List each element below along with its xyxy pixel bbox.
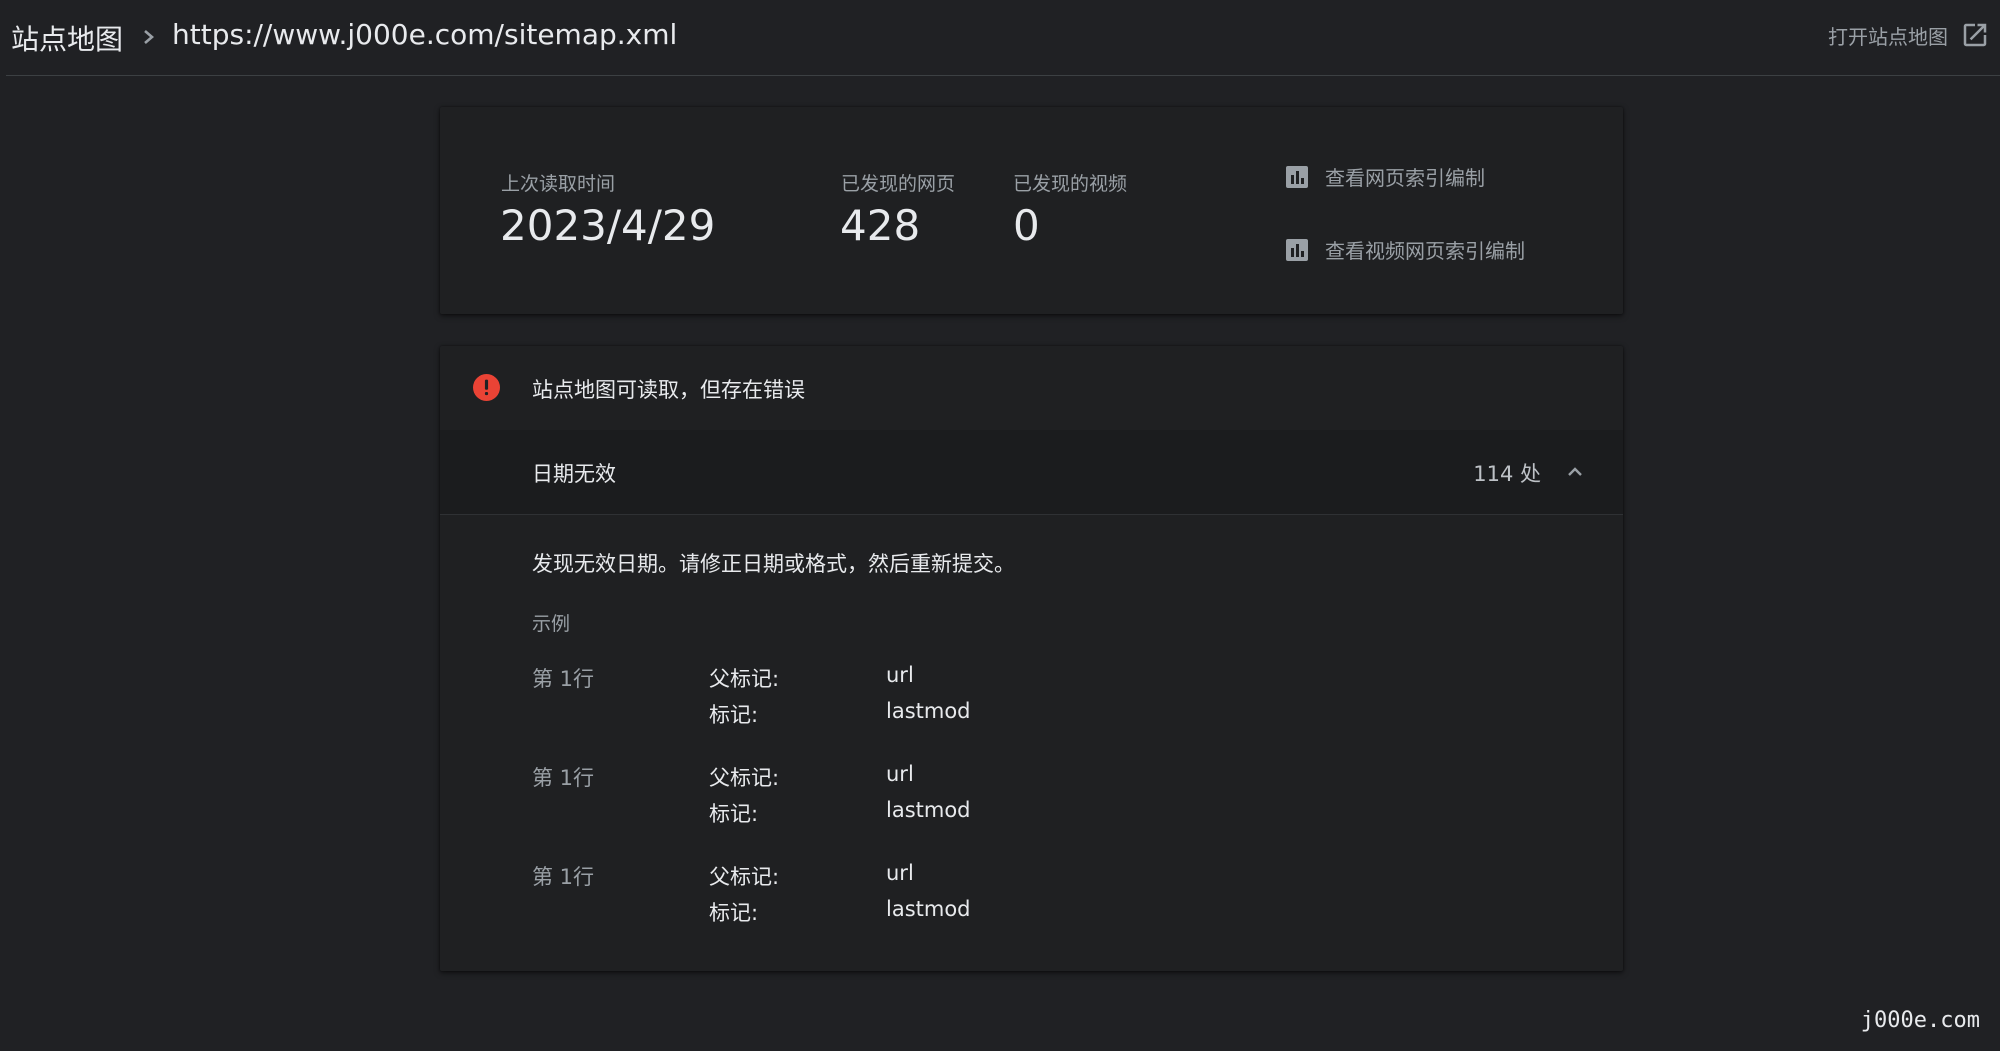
error-icon [473,374,500,401]
videos-value: 0 [1013,201,1040,250]
tag-value: lastmod [886,897,971,921]
example-item: 第 1行 父标记: url 标记: lastmod [532,861,1432,935]
issue-description: 发现无效日期。请修正日期或格式，然后重新提交。 [532,552,1015,576]
parent-tag-label: 父标记: [709,865,780,889]
video-indexing-label: 查看视频网页索引编制 [1325,239,1525,263]
issue-count: 114 处 [1473,462,1541,486]
tag-value: lastmod [886,699,971,723]
open-sitemap-label: 打开站点地图 [1828,24,1948,49]
parent-tag-value: url [886,762,914,786]
bar-chart-icon [1286,165,1308,188]
example-line: 第 1行 [532,766,595,790]
tag-label: 标记: [709,703,759,727]
pages-label: 已发现的网页 [841,173,956,195]
chevron-up-icon[interactable] [1563,460,1587,484]
sitemap-summary-card: 上次读取时间 2023/4/29 已发现的网页 428 已发现的视频 0 查看网… [440,107,1623,314]
video-indexing-link[interactable]: 查看视频网页索引编制 [1285,235,1525,264]
last-read-label: 上次读取时间 [501,173,616,195]
issue-name: 日期无效 [532,462,616,486]
tag-value: lastmod [886,798,971,822]
error-header: 站点地图可读取，但存在错误 [440,346,1623,431]
open-sitemap-link[interactable]: 打开站点地图 [1828,18,1990,52]
page-indexing-link[interactable]: 查看网页索引编制 [1285,162,1485,191]
pages-value: 428 [840,201,921,250]
open-in-new-icon [1963,23,1987,47]
watermark: j000e.com [1860,1008,1980,1033]
top-bar: 站点地图 https://www.j000e.com/sitemap.xml 打… [6,0,2000,76]
example-item: 第 1行 父标记: url 标记: lastmod [532,762,1432,836]
tag-label: 标记: [709,901,759,925]
parent-tag-label: 父标记: [709,766,780,790]
examples-label: 示例 [532,613,571,635]
page-indexing-label: 查看网页索引编制 [1325,166,1485,190]
example-line: 第 1行 [532,667,595,691]
tag-label: 标记: [709,802,759,826]
breadcrumb-current: https://www.j000e.com/sitemap.xml [172,18,678,51]
last-read-value: 2023/4/29 [500,201,716,250]
parent-tag-value: url [886,663,914,687]
chevron-right-icon [144,30,154,44]
breadcrumb-root[interactable]: 站点地图 [11,18,123,58]
example-line: 第 1行 [532,865,595,889]
bar-chart-icon [1286,238,1308,261]
parent-tag-label: 父标记: [709,667,780,691]
issue-row-invalid-date[interactable]: 日期无效 114 处 [440,430,1623,515]
videos-label: 已发现的视频 [1013,173,1128,195]
parent-tag-value: url [886,861,914,885]
sitemap-errors-card: 站点地图可读取，但存在错误 日期无效 114 处 发现无效日期。请修正日期或格式… [440,346,1623,971]
status-title: 站点地图可读取，但存在错误 [532,378,805,402]
example-item: 第 1行 父标记: url 标记: lastmod [532,663,1432,737]
